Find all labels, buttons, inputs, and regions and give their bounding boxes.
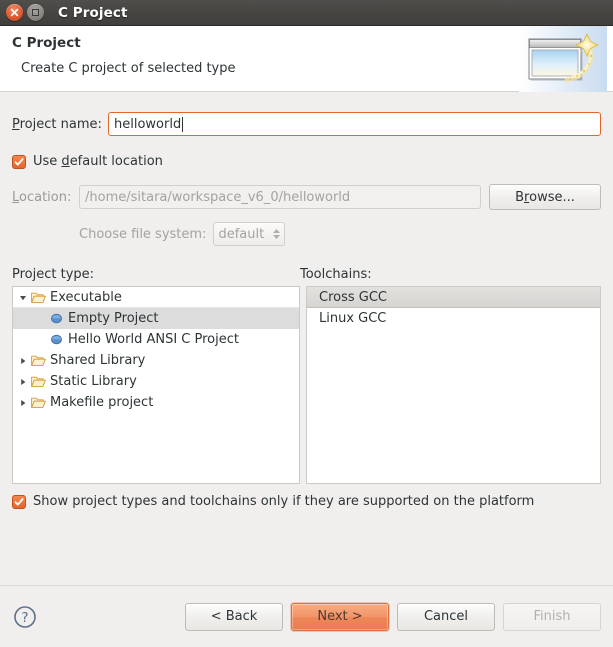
choose-file-system-row: Choose file system: default: [79, 222, 601, 246]
next-label: Next >: [317, 609, 362, 624]
tree-item-executable[interactable]: Executable: [13, 287, 299, 308]
tree-item-hello-world-ansi-c[interactable]: Hello World ANSI C Project: [13, 329, 299, 350]
finish-button: Finish: [503, 603, 601, 631]
back-button[interactable]: < Back: [185, 603, 283, 631]
toolchain-item-cross-gcc[interactable]: Cross GCC: [307, 287, 600, 308]
window-title: C Project: [58, 5, 128, 21]
wizard-banner: C Project Create C project of selected t…: [0, 26, 613, 92]
browse-button[interactable]: Browse...: [489, 184, 601, 210]
project-name-label-text: roject name:: [20, 117, 102, 132]
tree-item-label: Makefile project: [50, 395, 153, 410]
tree-item-label: Executable: [50, 290, 122, 305]
location-row: Location: /home/sitara/workspace_v6_0/he…: [12, 184, 601, 210]
use-default-location-checkbox[interactable]: [12, 155, 26, 169]
project-name-label: Project name:: [12, 117, 108, 132]
new-project-wizard-icon: [519, 26, 607, 92]
folder-open-icon: [29, 396, 48, 409]
toolchains-list[interactable]: Cross GCC Linux GCC: [306, 286, 601, 484]
back-label: < Back: [211, 609, 258, 624]
chevron-right-icon[interactable]: [16, 357, 29, 365]
tree-item-shared-library[interactable]: Shared Library: [13, 350, 299, 371]
help-icon[interactable]: ?: [12, 604, 38, 630]
folder-open-icon: [29, 354, 48, 367]
toolchain-item-linux-gcc[interactable]: Linux GCC: [307, 308, 600, 329]
list-item-label: Linux GCC: [319, 311, 386, 326]
choose-file-system-label: Choose file system:: [79, 227, 206, 242]
tree-item-label: Hello World ANSI C Project: [68, 332, 239, 347]
folder-open-icon: [29, 291, 48, 304]
location-input[interactable]: /home/sitara/workspace_v6_0/helloworld: [79, 185, 481, 209]
folder-open-icon: [29, 375, 48, 388]
file-system-select[interactable]: default: [213, 222, 285, 246]
close-glyph: [10, 8, 19, 17]
restore-icon[interactable]: [27, 4, 44, 21]
chevron-right-icon[interactable]: [16, 399, 29, 407]
tree-item-label: Empty Project: [68, 311, 159, 326]
location-label: Location:: [12, 190, 79, 205]
close-icon[interactable]: [6, 4, 23, 21]
project-template-icon: [47, 334, 66, 345]
use-default-location-label: Use default location: [33, 154, 163, 169]
chevron-right-icon[interactable]: [16, 378, 29, 386]
list-item-label: Cross GCC: [319, 290, 387, 305]
tree-item-label: Shared Library: [50, 353, 145, 368]
svg-text:?: ?: [21, 610, 28, 626]
wizard-footer: ? < Back Next > Cancel Finish: [0, 585, 613, 647]
project-type-heading: Project type:: [12, 267, 300, 282]
c-project-wizard-window: C Project C Project Create C project of …: [0, 0, 613, 647]
panel-headings: Project type: Toolchains:: [12, 267, 601, 282]
use-default-location-row[interactable]: Use default location: [12, 154, 601, 169]
project-name-input[interactable]: helloworld: [108, 112, 601, 136]
text-caret: [182, 117, 183, 132]
project-name-row: Project name: helloworld: [12, 112, 601, 136]
show-supported-row[interactable]: Show project types and toolchains only i…: [12, 494, 601, 509]
file-system-value: default: [218, 227, 264, 242]
restore-glyph: [32, 9, 39, 16]
project-name-value: helloworld: [114, 117, 181, 132]
checkmark-icon: [14, 157, 24, 167]
next-button[interactable]: Next >: [291, 603, 389, 631]
cancel-button[interactable]: Cancel: [397, 603, 495, 631]
tree-item-static-library[interactable]: Static Library: [13, 371, 299, 392]
browse-label: Browse...: [515, 190, 575, 205]
selection-panels: Executable Empty Project: [12, 286, 601, 484]
tree-item-empty-project[interactable]: Empty Project: [13, 308, 299, 329]
checkmark-icon: [14, 497, 24, 507]
location-value: /home/sitara/workspace_v6_0/helloworld: [85, 190, 350, 205]
show-supported-label: Show project types and toolchains only i…: [33, 494, 534, 509]
project-template-icon: [47, 313, 66, 324]
spinner-arrows-icon: [273, 229, 280, 239]
tree-item-makefile-project[interactable]: Makefile project: [13, 392, 299, 413]
toolchains-heading: Toolchains:: [300, 267, 601, 282]
cancel-label: Cancel: [424, 609, 468, 624]
wizard-body: Project name: helloworld Use default loc…: [0, 92, 613, 585]
window-titlebar: C Project: [0, 0, 613, 26]
chevron-down-icon[interactable]: [16, 294, 29, 302]
show-supported-checkbox[interactable]: [12, 495, 26, 509]
tree-item-label: Static Library: [50, 374, 137, 389]
project-type-tree[interactable]: Executable Empty Project: [12, 286, 300, 484]
finish-label: Finish: [533, 609, 570, 624]
